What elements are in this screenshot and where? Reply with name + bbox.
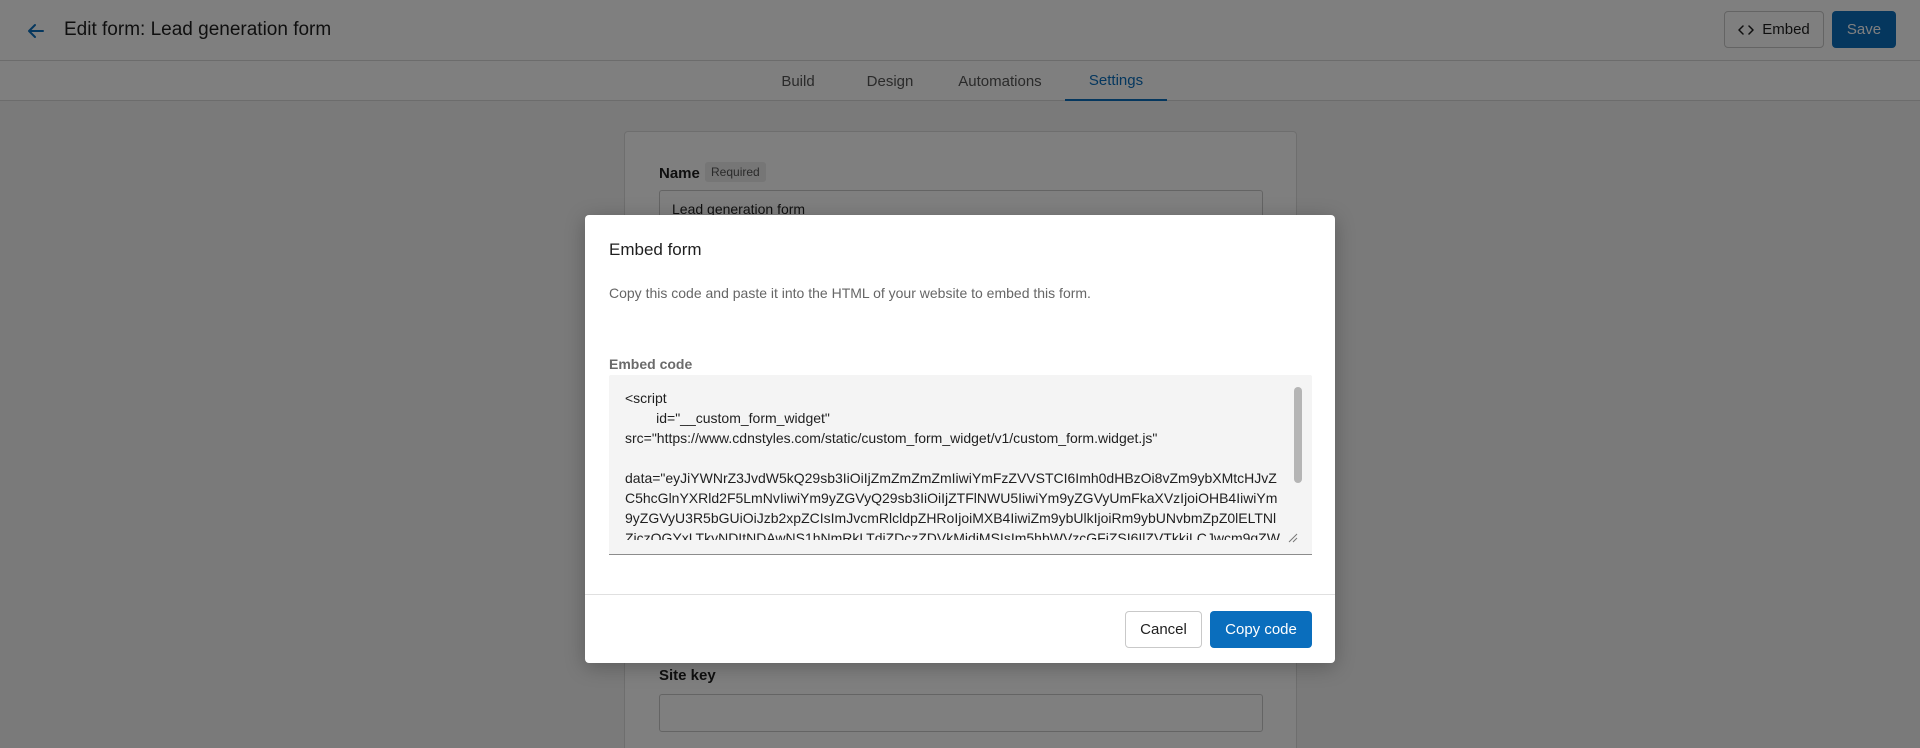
embed-code-textarea[interactable]: <script id="__custom_form_widget" src="h… bbox=[609, 375, 1312, 555]
scrollbar-thumb[interactable] bbox=[1294, 387, 1302, 483]
resize-handle-icon[interactable] bbox=[1288, 533, 1298, 543]
embed-code-label: Embed code bbox=[609, 356, 693, 372]
modal-title: Embed form bbox=[609, 240, 702, 259]
scrollbar[interactable] bbox=[1294, 387, 1302, 547]
embed-code-text: <script id="__custom_form_widget" src="h… bbox=[625, 390, 1280, 540]
copy-code-button[interactable]: Copy code bbox=[1210, 611, 1312, 648]
modal-description: Copy this code and paste it into the HTM… bbox=[609, 285, 1091, 301]
cancel-button[interactable]: Cancel bbox=[1125, 611, 1202, 648]
embed-form-modal: Embed form Copy this code and paste it i… bbox=[585, 215, 1335, 663]
modal-divider bbox=[585, 594, 1335, 595]
